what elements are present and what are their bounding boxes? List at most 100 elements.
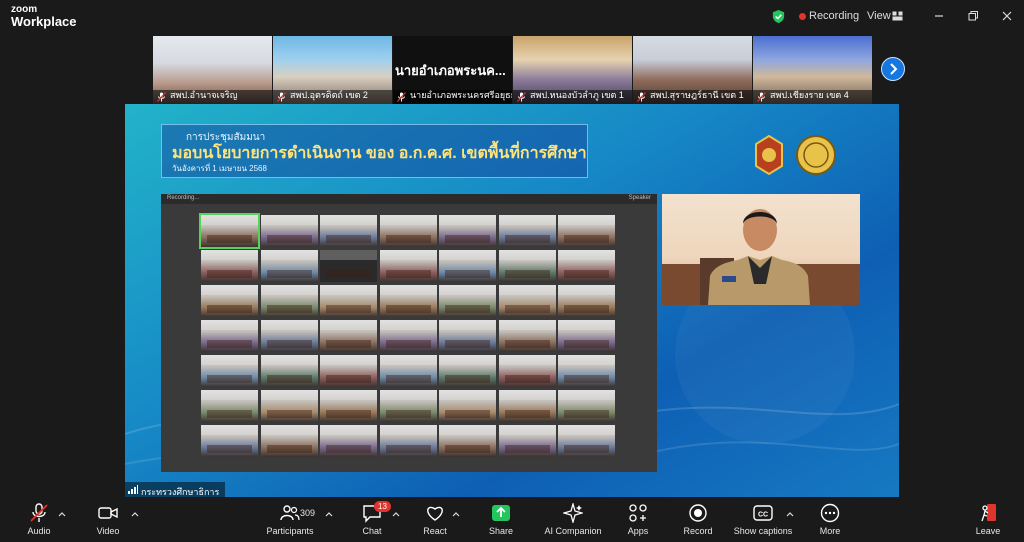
participant-tile[interactable]: สพป.อุตรดิตถ์ เขต 2 [273, 36, 392, 104]
app-logo: zoom Workplace [11, 4, 77, 29]
event-banner: การประชุมสัมมนา มอบนโยบายการดำเนินงาน ขอ… [161, 124, 588, 178]
participant-name-large: นายอำเภอพระนค... [395, 63, 506, 78]
presenter-label: กระทรวงศึกษาธิการ [125, 482, 226, 497]
gallery-video-cell [558, 215, 615, 247]
mic-muted-icon [277, 92, 286, 102]
gallery-video-cell [260, 215, 318, 247]
gallery-video-cell [320, 355, 377, 387]
gallery-video-cell [320, 425, 377, 457]
gallery-video-cell [439, 355, 496, 387]
emblem-logo-icon [755, 134, 783, 176]
chat-unread-badge: 13 [374, 501, 391, 512]
gallery-video-cell [439, 320, 496, 352]
share-button[interactable]: Share [482, 497, 520, 542]
gallery-video-cell [558, 355, 615, 387]
participants-icon [280, 505, 300, 521]
gallery-video-cell [201, 320, 258, 352]
video-button[interactable]: Video [88, 497, 128, 542]
more-label: More [819, 526, 841, 536]
sparkle-icon [563, 503, 583, 523]
participants-options-caret-icon[interactable] [325, 511, 333, 517]
participant-tile[interactable]: นายอำเภอพระนค... นายอำเภอพระนครศรีอยุธยา [393, 36, 512, 104]
participant-tile[interactable]: สพป.เชียงราย เขต 4 [753, 36, 872, 104]
ai-companion-label: AI Companion [544, 526, 602, 536]
presenter-name: กระทรวงศึกษาธิการ [141, 487, 220, 497]
participant-tile[interactable]: สพป.หนองบัวลำภู เขต 1 [513, 36, 632, 104]
record-button[interactable]: Record [678, 497, 718, 542]
gallery-video-cell [320, 215, 377, 247]
mic-muted-icon [30, 503, 48, 522]
mic-muted-icon [397, 92, 406, 102]
more-button[interactable]: More [812, 497, 848, 542]
camera-icon [98, 507, 118, 519]
recording-dot-icon [799, 13, 806, 20]
gallery-video-cell [201, 390, 258, 422]
gallery-video-cell [260, 425, 318, 457]
gallery-video-cell [558, 250, 615, 282]
show-captions-button[interactable]: CC Show captions [730, 497, 796, 542]
seal-logo-icon [796, 135, 836, 175]
video-options-caret-icon[interactable] [131, 511, 139, 517]
record-icon [689, 504, 707, 522]
mic-muted-icon [517, 92, 526, 102]
gallery-video-cell [439, 250, 496, 282]
audio-options-caret-icon[interactable] [58, 511, 66, 517]
gallery-video-cell [379, 355, 437, 387]
video-label: Video [96, 526, 120, 536]
participant-name: สพป.อุตรดิตถ์ เขต 2 [290, 90, 368, 100]
leave-label: Leave [975, 526, 1001, 536]
next-page-button[interactable] [881, 57, 905, 81]
leave-button[interactable]: Leave [970, 497, 1006, 542]
gallery-video-cell [379, 320, 437, 352]
mic-muted-icon [757, 92, 766, 102]
more-dots-icon [820, 503, 840, 523]
react-button[interactable]: React [416, 497, 454, 542]
gallery-video-cell [439, 390, 496, 422]
ai-companion-button[interactable]: AI Companion [540, 497, 606, 542]
participants-button[interactable]: Participants [260, 497, 320, 542]
mic-muted-icon [157, 92, 166, 102]
share-screen-icon [492, 505, 510, 521]
minimize-icon[interactable] [931, 8, 947, 24]
inner-gallery-right-label: Speaker [628, 195, 651, 201]
react-options-caret-icon[interactable] [452, 511, 460, 517]
gallery-video-cell [379, 390, 437, 422]
participant-name: สพป.สุราษฎร์ธานี เขต 1 [650, 90, 744, 100]
inner-gallery-left-label: Recording... [167, 195, 200, 201]
title-bar: zoom Workplace Recording View [0, 0, 1024, 34]
participant-name: สพป.เชียงราย เขต 4 [770, 90, 849, 100]
apps-label: Apps [627, 526, 649, 536]
gallery-video-cell [260, 390, 318, 422]
gallery-video-cell [201, 425, 258, 457]
gallery-video-cell [498, 250, 556, 282]
gallery-video-cell [260, 285, 318, 317]
chat-options-caret-icon[interactable] [392, 511, 400, 517]
participant-tile[interactable]: สพป.อำนาจเจริญ [153, 36, 272, 104]
gallery-video-cell [439, 425, 496, 457]
captions-label: Show captions [733, 526, 793, 536]
gallery-video-cell [379, 215, 437, 247]
apps-button[interactable]: Apps [620, 497, 656, 542]
gallery-video-cell [320, 390, 377, 422]
restore-icon[interactable] [965, 8, 981, 24]
view-menu-button[interactable]: View [867, 10, 891, 22]
gallery-video-cell [199, 213, 260, 249]
security-shield-icon[interactable] [771, 9, 786, 24]
close-icon[interactable] [999, 8, 1015, 24]
gallery-video-cell [558, 285, 615, 317]
share-label: Share [488, 526, 514, 536]
gallery-video-cell [379, 250, 437, 282]
gallery-video-cell [439, 285, 496, 317]
captions-options-caret-icon[interactable] [786, 511, 794, 517]
participants-count: 309 [300, 508, 316, 518]
signal-bars-icon [128, 485, 138, 494]
recording-status[interactable]: Recording [809, 10, 859, 22]
view-grid-icon[interactable] [892, 11, 903, 21]
gallery-video-cell [260, 250, 318, 282]
audio-button[interactable]: Audio [18, 497, 60, 542]
cc-icon: CC [753, 505, 773, 521]
gallery-video-cell [201, 355, 258, 387]
participant-tile[interactable]: สพป.สุราษฎร์ธานี เขต 1 [633, 36, 752, 104]
speaker-figure [662, 209, 860, 305]
gallery-video-cell [498, 390, 556, 422]
